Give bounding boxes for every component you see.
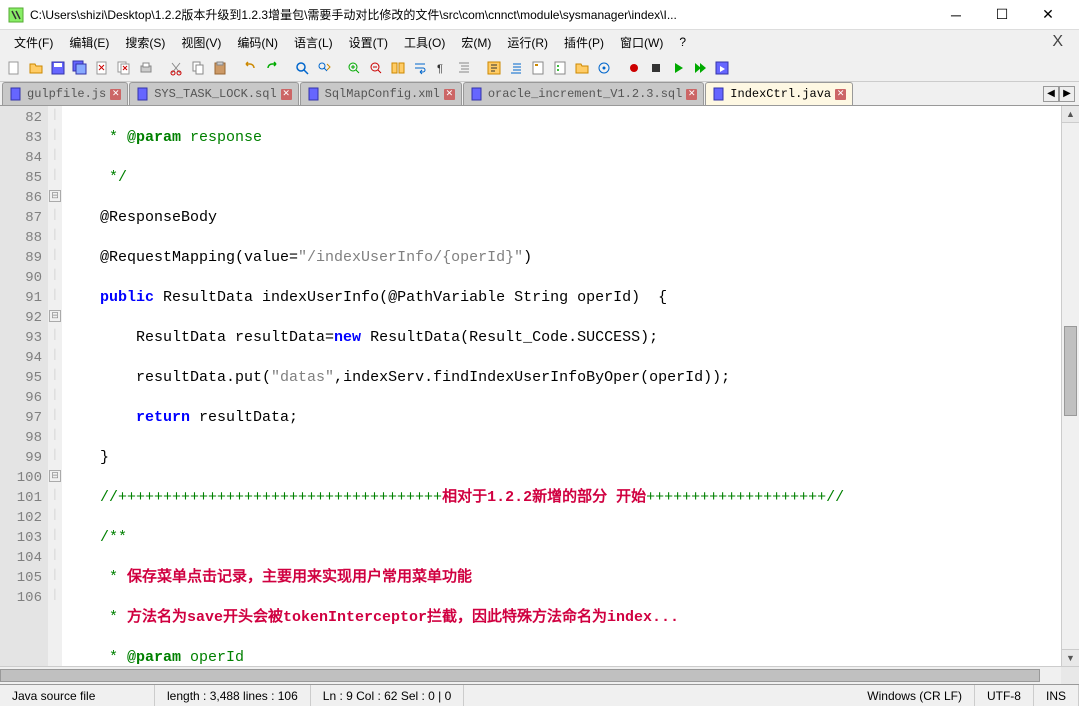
menu-window[interactable]: 窗口(W) bbox=[612, 32, 671, 53]
status-language: Java source file bbox=[0, 685, 155, 706]
menu-plugins[interactable]: 插件(P) bbox=[556, 32, 612, 53]
cut-button[interactable] bbox=[166, 58, 186, 78]
menu-encoding[interactable]: 编码(N) bbox=[229, 32, 286, 53]
folder-workspace-button[interactable] bbox=[572, 58, 592, 78]
tab-indexctrl[interactable]: IndexCtrl.java ✕ bbox=[705, 82, 853, 105]
record-macro-button[interactable] bbox=[624, 58, 644, 78]
menu-settings[interactable]: 设置(T) bbox=[341, 32, 396, 53]
file-icon bbox=[307, 87, 321, 101]
tab-label: SqlMapConfig.xml bbox=[325, 87, 440, 101]
menu-search[interactable]: 搜索(S) bbox=[117, 32, 173, 53]
window-title: C:\Users\shizi\Desktop\1.2.2版本升级到1.2.3增量… bbox=[30, 6, 933, 23]
menu-macro[interactable]: 宏(M) bbox=[453, 32, 499, 53]
line-number-gutter: 8283848586878889909192939495969798991001… bbox=[0, 106, 48, 666]
toolbar: ¶ bbox=[0, 54, 1079, 82]
outdent-button[interactable] bbox=[506, 58, 526, 78]
scroll-up-arrow[interactable]: ▲ bbox=[1062, 106, 1079, 123]
tab-close-icon[interactable]: ✕ bbox=[444, 89, 455, 100]
paste-button[interactable] bbox=[210, 58, 230, 78]
close-button[interactable]: ✕ bbox=[1025, 0, 1071, 30]
print-button[interactable] bbox=[136, 58, 156, 78]
editor-area: 8283848586878889909192939495969798991001… bbox=[0, 106, 1079, 666]
monitor-button[interactable] bbox=[594, 58, 614, 78]
tab-sqlmap[interactable]: SqlMapConfig.xml ✕ bbox=[300, 82, 462, 105]
menu-bar: 文件(F) 编辑(E) 搜索(S) 视图(V) 编码(N) 语言(L) 设置(T… bbox=[0, 30, 1079, 54]
tab-label: SYS_TASK_LOCK.sql bbox=[154, 87, 276, 101]
redo-button[interactable] bbox=[262, 58, 282, 78]
show-chars-button[interactable]: ¶ bbox=[432, 58, 452, 78]
status-position: Ln : 9 Col : 62 Sel : 0 | 0 bbox=[311, 685, 465, 706]
tab-close-icon[interactable]: ✕ bbox=[110, 89, 121, 100]
close-all-button[interactable] bbox=[114, 58, 134, 78]
menu-tools[interactable]: 工具(O) bbox=[396, 32, 453, 53]
find-button[interactable] bbox=[292, 58, 312, 78]
close-file-button[interactable] bbox=[92, 58, 112, 78]
tab-close-icon[interactable]: ✕ bbox=[835, 89, 846, 100]
tab-bar: gulpfile.js ✕ SYS_TASK_LOCK.sql ✕ SqlMap… bbox=[0, 82, 1079, 106]
menu-file[interactable]: 文件(F) bbox=[6, 32, 61, 53]
tab-oracle[interactable]: oracle_increment_V1.2.3.sql ✕ bbox=[463, 82, 704, 105]
menu-edit[interactable]: 编辑(E) bbox=[61, 32, 117, 53]
fold-column[interactable]: ││││⊟│││││⊟│││││││⊟││││││ bbox=[48, 106, 62, 666]
title-bar: C:\Users\shizi\Desktop\1.2.2版本升级到1.2.3增量… bbox=[0, 0, 1079, 30]
status-mode[interactable]: INS bbox=[1034, 685, 1079, 706]
status-eol[interactable]: Windows (CR LF) bbox=[855, 685, 975, 706]
play-macro-multi-button[interactable] bbox=[690, 58, 710, 78]
tab-label: oracle_increment_V1.2.3.sql bbox=[488, 87, 682, 101]
scroll-down-arrow[interactable]: ▼ bbox=[1062, 649, 1079, 666]
tab-close-icon[interactable]: ✕ bbox=[686, 89, 697, 100]
tab-label: gulpfile.js bbox=[27, 87, 106, 101]
doc-map-button[interactable] bbox=[528, 58, 548, 78]
menu-language[interactable]: 语言(L) bbox=[286, 32, 341, 53]
save-button[interactable] bbox=[48, 58, 68, 78]
menu-close-x[interactable]: X bbox=[1042, 33, 1073, 51]
file-icon bbox=[712, 87, 726, 101]
tab-scroll-right[interactable]: ▶ bbox=[1059, 86, 1075, 102]
sync-scroll-button[interactable] bbox=[388, 58, 408, 78]
status-length: length : 3,488 lines : 106 bbox=[155, 685, 311, 706]
file-icon bbox=[9, 87, 23, 101]
play-macro-button[interactable] bbox=[668, 58, 688, 78]
file-icon bbox=[136, 87, 150, 101]
tab-scroll-left[interactable]: ◀ bbox=[1043, 86, 1059, 102]
maximize-button[interactable]: ☐ bbox=[979, 0, 1025, 30]
horizontal-scrollbar[interactable] bbox=[0, 666, 1079, 684]
svg-text:¶: ¶ bbox=[437, 63, 443, 75]
scroll-corner bbox=[1061, 667, 1079, 684]
menu-view[interactable]: 视图(V) bbox=[173, 32, 229, 53]
indent-guide-button[interactable] bbox=[454, 58, 474, 78]
menu-help[interactable]: ? bbox=[671, 33, 694, 51]
replace-button[interactable] bbox=[314, 58, 334, 78]
file-icon bbox=[470, 87, 484, 101]
menu-run[interactable]: 运行(R) bbox=[499, 32, 556, 53]
status-bar: Java source file length : 3,488 lines : … bbox=[0, 684, 1079, 706]
hscroll-thumb[interactable] bbox=[0, 669, 1040, 682]
indent-button[interactable] bbox=[484, 58, 504, 78]
func-list-button[interactable] bbox=[550, 58, 570, 78]
stop-macro-button[interactable] bbox=[646, 58, 666, 78]
new-file-button[interactable] bbox=[4, 58, 24, 78]
zoom-out-button[interactable] bbox=[366, 58, 386, 78]
save-all-button[interactable] bbox=[70, 58, 90, 78]
open-file-button[interactable] bbox=[26, 58, 46, 78]
wrap-button[interactable] bbox=[410, 58, 430, 78]
tab-label: IndexCtrl.java bbox=[730, 87, 831, 101]
save-macro-button[interactable] bbox=[712, 58, 732, 78]
copy-button[interactable] bbox=[188, 58, 208, 78]
code-area[interactable]: * @param response */ @ResponseBody @Requ… bbox=[62, 106, 1061, 666]
status-encoding[interactable]: UTF-8 bbox=[975, 685, 1034, 706]
app-icon bbox=[8, 7, 24, 23]
tab-systask[interactable]: SYS_TASK_LOCK.sql ✕ bbox=[129, 82, 298, 105]
tab-close-icon[interactable]: ✕ bbox=[281, 89, 292, 100]
vertical-scrollbar[interactable]: ▲ ▼ bbox=[1061, 106, 1079, 666]
scroll-thumb[interactable] bbox=[1064, 326, 1077, 416]
undo-button[interactable] bbox=[240, 58, 260, 78]
minimize-button[interactable]: ─ bbox=[933, 0, 979, 30]
tab-gulpfile[interactable]: gulpfile.js ✕ bbox=[2, 82, 128, 105]
zoom-in-button[interactable] bbox=[344, 58, 364, 78]
